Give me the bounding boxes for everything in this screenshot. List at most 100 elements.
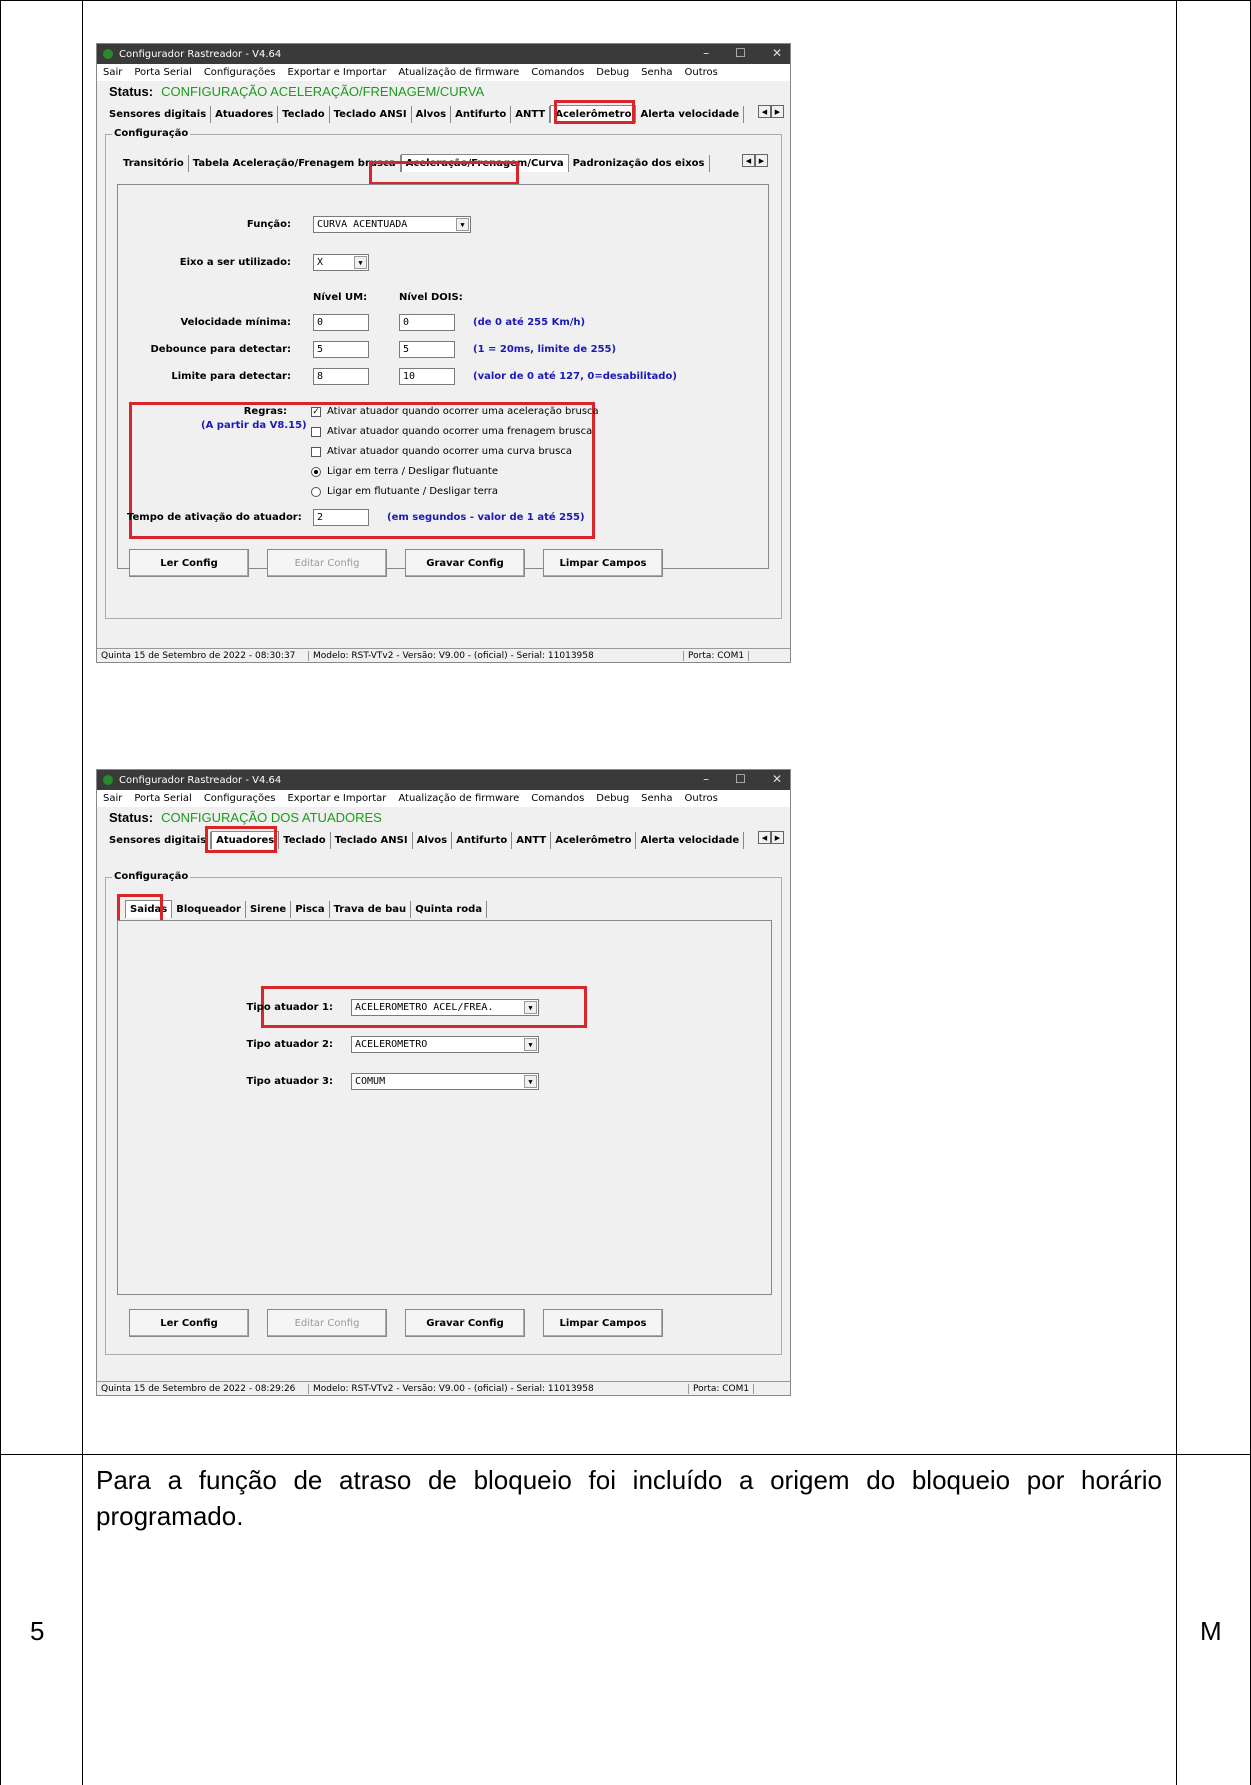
- debounce-um-field[interactable]: 5: [313, 341, 369, 358]
- menu-configuracoes[interactable]: Configurações: [204, 793, 276, 804]
- table-border-top: [0, 0, 1251, 1]
- gravar-config-button[interactable]: Gravar Config: [405, 1309, 525, 1337]
- tab-alvos[interactable]: Alvos: [413, 832, 453, 849]
- close-icon[interactable]: ✕: [772, 772, 782, 786]
- tab-antt[interactable]: ANTT: [512, 832, 552, 849]
- sub-tabs: Saidas Bloqueador Sirene Pisca Trava de …: [117, 896, 517, 918]
- close-icon[interactable]: ✕: [772, 46, 782, 60]
- subtab-scroll-left-icon[interactable]: ◀: [742, 154, 755, 167]
- menu-comandos[interactable]: Comandos: [531, 67, 584, 78]
- tab-acelerometro[interactable]: Acelerômetro: [551, 832, 637, 849]
- menu-debug[interactable]: Debug: [596, 67, 629, 78]
- funcao-chevron-down-icon[interactable]: ▼: [456, 218, 469, 231]
- subtab-sirene[interactable]: Sirene: [246, 901, 292, 918]
- opt-aceleracao-box[interactable]: ✓: [311, 406, 321, 417]
- limpar-campos-button[interactable]: Limpar Campos: [543, 549, 663, 577]
- menu-comandos[interactable]: Comandos: [531, 793, 584, 804]
- minimize-icon[interactable]: –: [703, 772, 709, 786]
- menu-porta-serial[interactable]: Porta Serial: [134, 793, 191, 804]
- radio-ligar-flutuante-dot[interactable]: [311, 486, 321, 497]
- limite-um-field[interactable]: 8: [313, 368, 369, 385]
- tab-alerta-velocidade[interactable]: Alerta velocidade: [636, 832, 745, 849]
- funcao-select[interactable]: CURVA ACENTUADA ▼: [313, 216, 471, 233]
- tipo-atuador-3-chevron-down-icon[interactable]: ▼: [524, 1075, 537, 1088]
- subtab-trava-bau[interactable]: Trava de bau: [330, 901, 412, 918]
- row-mark: M: [1200, 1616, 1222, 1646]
- subtab-transitorio[interactable]: Transitório: [119, 155, 189, 172]
- editar-config-button[interactable]: Editar Config: [267, 549, 387, 577]
- tab-teclado[interactable]: Teclado: [278, 106, 330, 123]
- tab-atuadores[interactable]: Atuadores: [211, 106, 279, 123]
- tab-sensores[interactable]: Sensores digitais: [105, 106, 212, 123]
- debounce-hint: (1 = 20ms, limite de 255): [473, 344, 617, 355]
- subtab-padronizacao[interactable]: Padronização dos eixos: [569, 155, 710, 172]
- tipo-atuador-3-value: COMUM: [355, 1076, 386, 1087]
- tipo-atuador-1-chevron-down-icon[interactable]: ▼: [524, 1001, 537, 1014]
- tab-alerta-velocidade[interactable]: Alerta velocidade: [636, 106, 745, 123]
- menu-atualizacao[interactable]: Atualização de firmware: [398, 793, 519, 804]
- tab-scroll-right-icon[interactable]: ▶: [771, 831, 784, 844]
- radio-ligar-flutuante[interactable]: Ligar em flutuante / Desligar terra: [311, 486, 498, 497]
- subtab-scroll-right-icon[interactable]: ▶: [755, 154, 768, 167]
- menu-sair[interactable]: Sair: [103, 793, 122, 804]
- menu-senha[interactable]: Senha: [641, 67, 672, 78]
- tab-antifurto[interactable]: Antifurto: [452, 832, 513, 849]
- tab-scroll-left-icon[interactable]: ◀: [758, 831, 771, 844]
- limite-dois-field[interactable]: 10: [399, 368, 455, 385]
- tipo-atuador-2-value: ACELEROMETRO: [355, 1039, 428, 1050]
- tab-antifurto[interactable]: Antifurto: [451, 106, 512, 123]
- tab-sensores[interactable]: Sensores digitais: [105, 832, 212, 849]
- maximize-icon[interactable]: ☐: [735, 772, 746, 786]
- eixo-select[interactable]: X ▼: [313, 254, 369, 271]
- config-group-title: Configuração: [112, 128, 191, 139]
- menu-atualizacao[interactable]: Atualização de firmware: [398, 67, 519, 78]
- radio-ligar-terra-dot[interactable]: [311, 466, 321, 477]
- menu-sair[interactable]: Sair: [103, 67, 122, 78]
- opt-frenagem-box[interactable]: [311, 426, 321, 437]
- highlight-acelerometro-tab: [554, 100, 635, 124]
- radio-ligar-terra[interactable]: Ligar em terra / Desligar flutuante: [311, 466, 498, 477]
- status-bar-date: Quinta 15 de Setembro de 2022 - 08:29:26: [97, 1383, 309, 1394]
- tipo-atuador-3-select[interactable]: COMUM ▼: [351, 1073, 539, 1090]
- tipo-atuador-1-select[interactable]: ACELEROMETRO ACEL/FREA. ▼: [351, 999, 539, 1016]
- menu-exportar[interactable]: Exportar e Importar: [287, 67, 386, 78]
- menu-debug[interactable]: Debug: [596, 793, 629, 804]
- menu-porta-serial[interactable]: Porta Serial: [134, 67, 191, 78]
- menu-exportar[interactable]: Exportar e Importar: [287, 793, 386, 804]
- eixo-chevron-down-icon[interactable]: ▼: [354, 256, 367, 269]
- tab-scroll-right-icon[interactable]: ▶: [771, 105, 784, 118]
- velocidade-um-field[interactable]: 0: [313, 314, 369, 331]
- maximize-icon[interactable]: ☐: [735, 46, 746, 60]
- editar-config-button[interactable]: Editar Config: [267, 1309, 387, 1337]
- tab-teclado[interactable]: Teclado: [279, 832, 331, 849]
- subtab-pisca[interactable]: Pisca: [291, 901, 330, 918]
- opt-curva-checkbox[interactable]: Ativar atuador quando ocorrer uma curva …: [311, 446, 572, 457]
- tipo-atuador-2-select[interactable]: ACELEROMETRO ▼: [351, 1036, 539, 1053]
- gravar-config-button[interactable]: Gravar Config: [405, 549, 525, 577]
- menu-outros[interactable]: Outros: [684, 67, 717, 78]
- minimize-icon[interactable]: –: [703, 46, 709, 60]
- status-line: Status: CONFIGURAÇÃO ACELERAÇÃO/FRENAGEM…: [97, 81, 790, 101]
- debounce-dois-field[interactable]: 5: [399, 341, 455, 358]
- tab-scroll-left-icon[interactable]: ◀: [758, 105, 771, 118]
- ler-config-button[interactable]: Ler Config: [129, 1309, 249, 1337]
- opt-frenagem-checkbox[interactable]: Ativar atuador quando ocorrer uma frenag…: [311, 426, 592, 437]
- tab-teclado-ansi[interactable]: Teclado ANSI: [331, 832, 413, 849]
- subtab-quinta-roda[interactable]: Quinta roda: [411, 901, 488, 918]
- opt-aceleracao-checkbox[interactable]: ✓ Ativar atuador quando ocorrer uma acel…: [311, 406, 599, 417]
- tab-alvos[interactable]: Alvos: [412, 106, 452, 123]
- menu-senha[interactable]: Senha: [641, 793, 672, 804]
- menu-outros[interactable]: Outros: [684, 793, 717, 804]
- limpar-campos-button[interactable]: Limpar Campos: [543, 1309, 663, 1337]
- menu-configuracoes[interactable]: Configurações: [204, 67, 276, 78]
- tab-antt[interactable]: ANTT: [511, 106, 551, 123]
- window-title: Configurador Rastreador - V4.64: [119, 48, 282, 60]
- ler-config-button[interactable]: Ler Config: [129, 549, 249, 577]
- debounce-label: Debounce para detectar:: [150, 344, 292, 355]
- subtab-bloqueador[interactable]: Bloqueador: [172, 901, 246, 918]
- tempo-field[interactable]: 2: [313, 509, 369, 526]
- tipo-atuador-2-chevron-down-icon[interactable]: ▼: [524, 1038, 537, 1051]
- opt-curva-box[interactable]: [311, 446, 321, 457]
- tab-teclado-ansi[interactable]: Teclado ANSI: [330, 106, 412, 123]
- velocidade-dois-field[interactable]: 0: [399, 314, 455, 331]
